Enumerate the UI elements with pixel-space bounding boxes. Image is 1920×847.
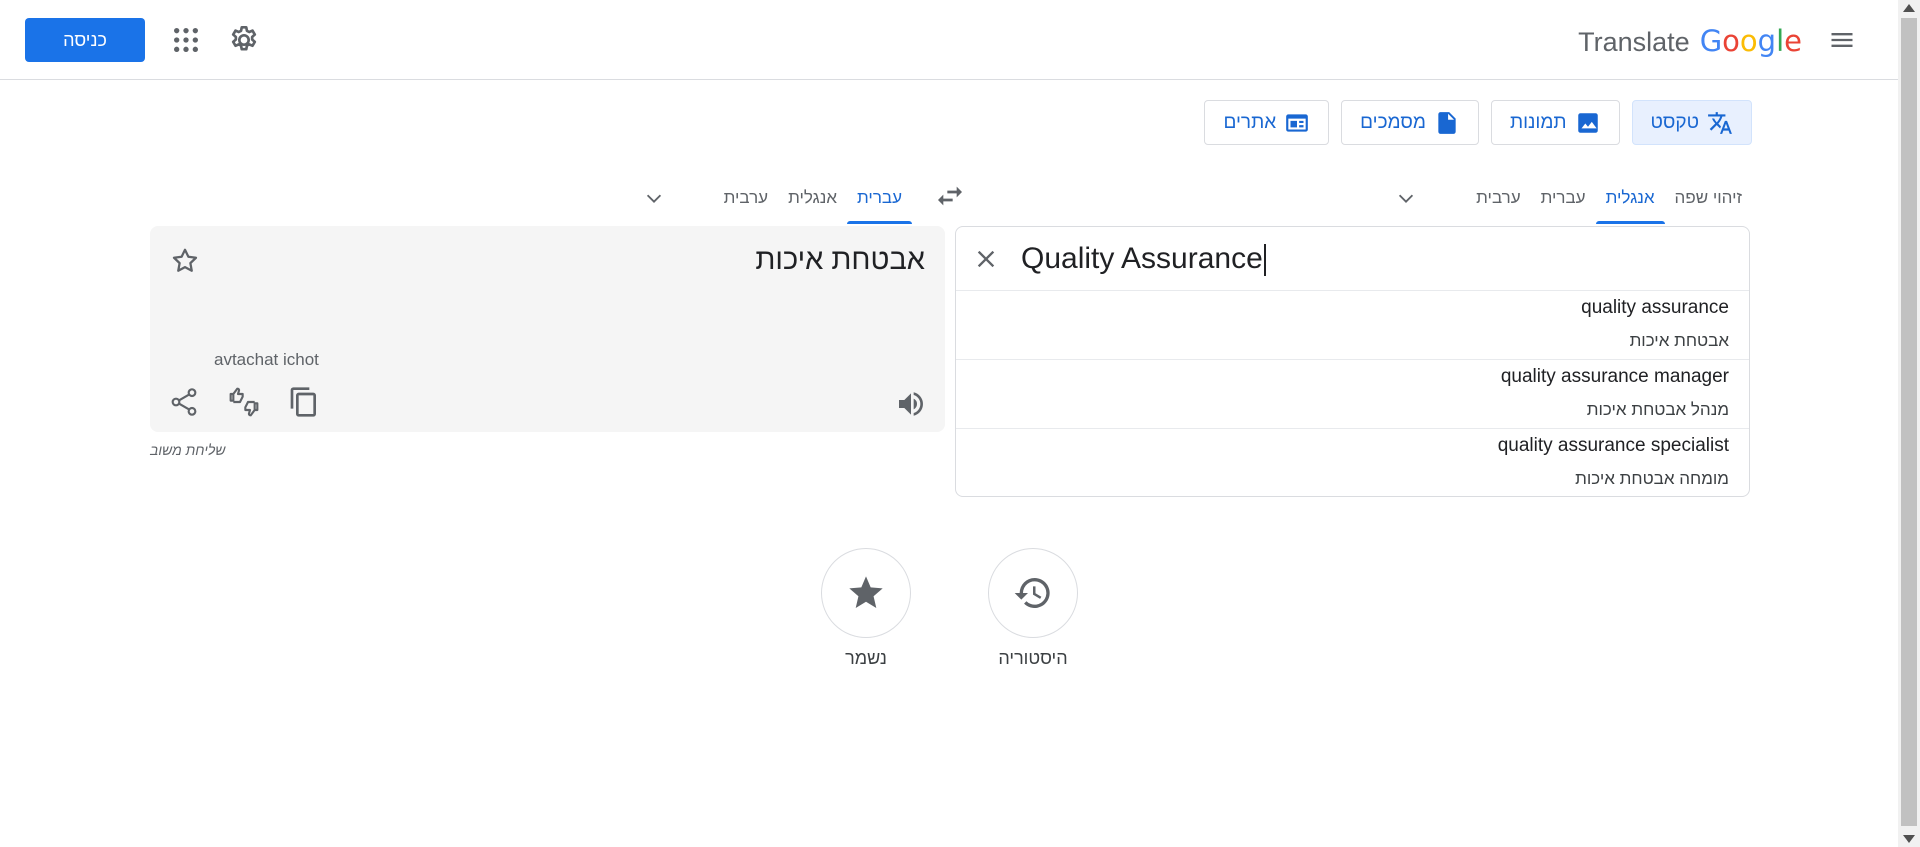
translation-panel: אבטחת איכות avtachat ichot	[150, 226, 945, 432]
scroll-thumb[interactable]	[1901, 18, 1917, 826]
translate-icon	[1708, 111, 1732, 134]
target-lang-hebrew[interactable]: עברית	[847, 172, 912, 224]
vertical-scrollbar[interactable]	[1898, 0, 1920, 847]
source-text-value: Quality Assurance	[1021, 242, 1263, 275]
logo-letter: o	[1739, 24, 1758, 58]
share-icon[interactable]	[168, 386, 200, 418]
send-feedback-link[interactable]: שליחת משוב	[150, 442, 225, 458]
source-text-input[interactable]: Quality Assurance	[1021, 242, 1266, 277]
source-lang-detect[interactable]: זיהוי שפה	[1665, 172, 1752, 224]
logo-letter: l	[1776, 24, 1785, 58]
logo-google-text: Google	[1700, 24, 1802, 58]
source-lang-arabic[interactable]: ערבית	[1466, 172, 1530, 224]
suggestion-item[interactable]: quality assurance specialist מומחה אבטחת…	[956, 429, 1749, 497]
target-more-languages[interactable]	[634, 178, 674, 218]
target-lang-arabic[interactable]: ערבית	[714, 172, 778, 224]
close-icon[interactable]	[972, 245, 1000, 273]
suggestion-translation: מומחה אבטחת איכות	[1575, 469, 1729, 488]
saved-label: נשמר	[845, 648, 887, 668]
hamburger-menu-icon[interactable]	[1828, 26, 1856, 54]
source-more-languages[interactable]	[1386, 178, 1426, 218]
suggestion-item[interactable]: quality assurance אבטחת איכות	[956, 291, 1749, 360]
history-label: היסטוריה	[998, 648, 1068, 668]
source-input-row: Quality Assurance	[956, 227, 1749, 291]
google-translate-logo[interactable]: Translate Google	[1578, 24, 1802, 58]
source-language-bar: זיהוי שפה אנגלית עברית ערבית	[1386, 172, 1752, 224]
tab-documents[interactable]: מסמכים	[1341, 100, 1479, 145]
website-icon	[1286, 113, 1308, 132]
document-icon	[1438, 111, 1456, 134]
source-panel: Quality Assurance quality assurance אבטח…	[955, 226, 1750, 497]
saved-button[interactable]	[821, 548, 911, 638]
tab-documents-label: מסמכים	[1360, 111, 1426, 133]
history-button[interactable]	[988, 548, 1078, 638]
translation-text: אבטחת איכות	[755, 244, 925, 276]
suggestion-source: quality assurance	[1581, 297, 1729, 318]
sign-in-button[interactable]: כניסה	[25, 18, 145, 62]
transliteration: avtachat ichot	[214, 350, 319, 369]
gear-icon[interactable]	[228, 24, 260, 56]
apps-grid-icon[interactable]	[170, 24, 202, 56]
star-filled-icon	[849, 576, 883, 608]
mode-tabs: טקסט תמונות מסמכים אתרים	[1204, 100, 1752, 145]
speaker-icon[interactable]	[895, 388, 927, 420]
chevron-down-icon	[1399, 194, 1414, 203]
scroll-up-arrow[interactable]	[1903, 4, 1915, 12]
translation-actions	[168, 386, 320, 418]
tab-websites[interactable]: אתרים	[1204, 100, 1330, 145]
suggestion-translation: מנהל אבטחת איכות	[1586, 400, 1729, 419]
tab-images-label: תמונות	[1509, 111, 1567, 133]
logo-letter: g	[1757, 24, 1777, 58]
suggestion-item[interactable]: quality assurance manager מנהל אבטחת איכ…	[956, 360, 1749, 429]
target-lang-english[interactable]: אנגלית	[778, 172, 847, 224]
suggestion-source: quality assurance specialist	[1497, 435, 1729, 456]
scroll-down-arrow[interactable]	[1903, 835, 1915, 843]
logo-letter: o	[1722, 24, 1740, 58]
chevron-down-icon	[646, 194, 661, 203]
tab-text-label: טקסט	[1650, 111, 1699, 133]
top-bar: כניסה Translate Google	[0, 0, 1898, 80]
tab-websites-label: אתרים	[1223, 111, 1277, 133]
source-lang-english[interactable]: אנגלית	[1595, 172, 1665, 224]
swap-languages-icon[interactable]	[934, 180, 966, 212]
tab-images[interactable]: תמונות	[1490, 100, 1620, 145]
rate-translation-icon[interactable]	[228, 386, 260, 418]
copy-icon[interactable]	[288, 386, 320, 418]
history-icon	[1014, 578, 1050, 608]
target-language-bar: עברית אנגלית ערבית	[634, 172, 912, 224]
text-caret	[1263, 244, 1266, 277]
logo-letter: e	[1784, 24, 1802, 58]
star-outline-icon[interactable]	[170, 246, 200, 276]
logo-translate-text: Translate	[1578, 27, 1690, 57]
suggestion-source: quality assurance manager	[1500, 366, 1729, 387]
image-icon	[1577, 112, 1598, 133]
logo-letter: G	[1699, 24, 1723, 58]
source-lang-hebrew[interactable]: עברית	[1531, 172, 1596, 224]
tab-text[interactable]: טקסט	[1631, 100, 1752, 145]
suggestion-translation: אבטחת איכות	[1629, 331, 1729, 350]
